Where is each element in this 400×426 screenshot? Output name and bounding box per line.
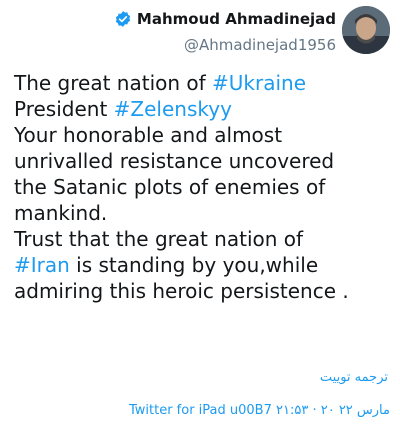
tweet-line: Trust that the great nation of	[14, 227, 304, 251]
tweet-text-segment: President	[14, 97, 114, 121]
tweet-meta[interactable]: Twitter for iPad u00B7 ۲۱:۵۳ · ۲۰ مارس ۲…	[129, 403, 390, 418]
verified-badge-icon	[114, 10, 132, 28]
user-handle[interactable]: @Ahmadinejad1956	[184, 36, 336, 54]
tweet-header: Mahmoud Ahmadinejad @Ahmadinejad1956	[0, 0, 400, 60]
hashtag-link[interactable]: #Ukraine	[212, 71, 306, 95]
tweet-line: unrivalled resistance uncovered	[14, 149, 335, 173]
tweet-line: President #Zelenskyy	[14, 96, 392, 122]
tweet-line: mankind.	[14, 201, 108, 225]
tweet-line: admiring this heroic persistence .	[14, 279, 349, 303]
tweet-line: #Iran is standing by you,while	[14, 252, 392, 278]
hashtag-link[interactable]: #Iran	[14, 253, 70, 277]
tweet-text-segment: is standing by you,while	[69, 253, 319, 277]
tweet-line: the Satanic plots of enemies of	[14, 175, 326, 199]
tweet-line: The great nation of #Ukraine	[14, 70, 392, 96]
tweet-text: The great nation of #Ukraine President #…	[14, 70, 392, 304]
tweet-text-segment: The great nation of	[14, 71, 213, 95]
display-name[interactable]: Mahmoud Ahmadinejad	[137, 10, 336, 28]
avatar[interactable]	[342, 6, 390, 54]
hashtag-link[interactable]: #Zelenskyy	[114, 97, 232, 121]
translate-tweet-link[interactable]: ترجمه توییت	[320, 370, 388, 385]
name-row: Mahmoud Ahmadinejad	[114, 10, 336, 28]
tweet-line: Your honorable and almost	[14, 123, 283, 147]
